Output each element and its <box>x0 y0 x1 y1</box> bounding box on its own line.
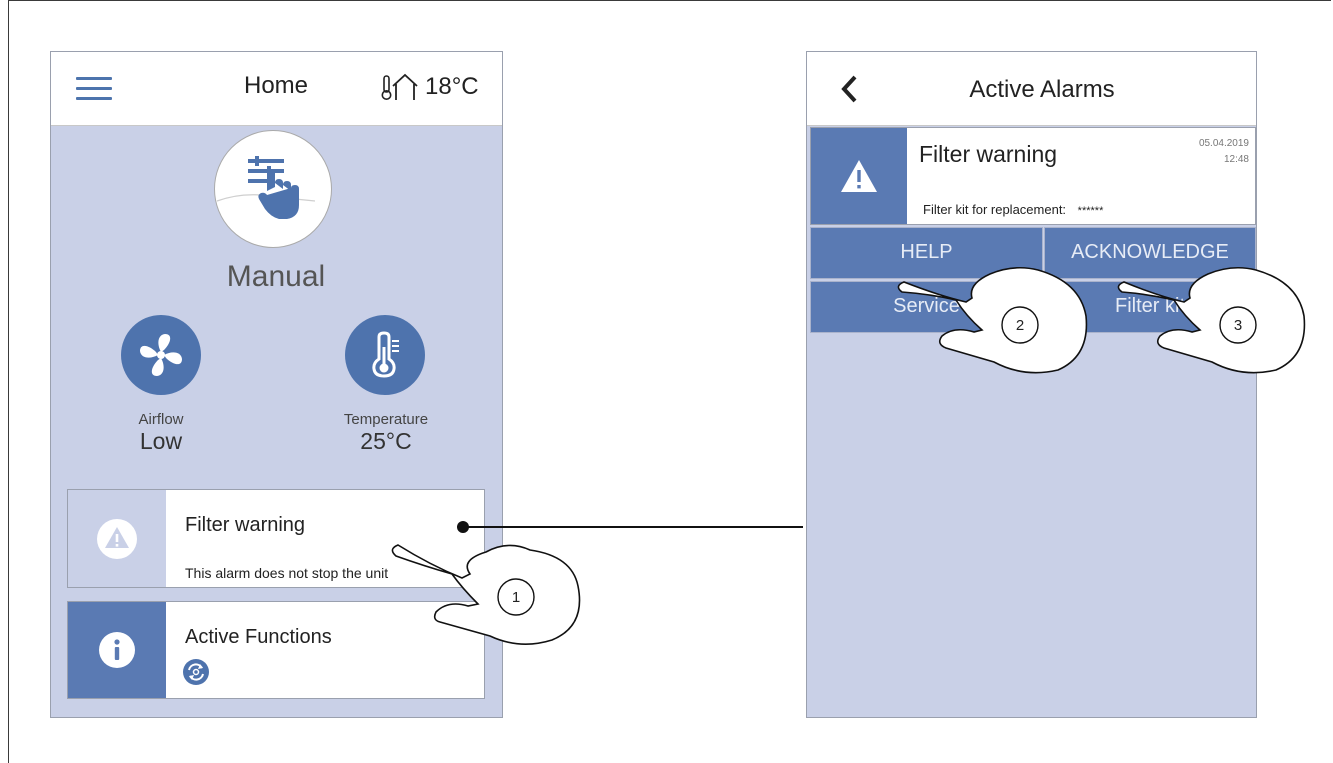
service-button[interactable]: Service <box>810 281 1043 333</box>
home-screen: Home 18°C Manual Airflow Low Temperature… <box>50 51 503 718</box>
page-title: Active Alarms <box>969 76 1115 103</box>
thermometer-icon <box>372 331 399 378</box>
connector-line <box>464 526 803 528</box>
back-arrow-icon[interactable] <box>837 72 861 106</box>
info-icon <box>99 632 135 668</box>
alarm-date: 05.04.2019 <box>1198 138 1249 149</box>
functions-card-icon-area <box>68 602 166 698</box>
home-topbar: Home 18°C <box>51 52 502 126</box>
functions-card-title: Active Functions <box>185 626 332 648</box>
alarm-title: Filter warning <box>919 141 1058 167</box>
alarms-topbar: Active Alarms <box>807 52 1256 126</box>
airflow-value: Low <box>139 428 183 454</box>
acknowledge-button[interactable]: ACKNOWLEDGE <box>1044 227 1256 279</box>
temperature-button[interactable] <box>345 315 425 395</box>
alarm-item[interactable]: Filter warning 05.04.2019 12:48 Filter k… <box>810 127 1256 225</box>
outdoor-temperature: 18°C <box>379 72 479 102</box>
manual-hand-icon <box>216 156 316 219</box>
help-button[interactable]: HELP <box>810 227 1043 279</box>
airflow-label: Airflow <box>138 411 184 428</box>
alarm-card-icon-area <box>68 490 166 587</box>
alarm-desc-label: Filter kit for replacement: <box>923 202 1067 217</box>
warning-icon <box>841 160 877 192</box>
mode-label: Manual <box>226 260 326 293</box>
alarm-card[interactable]: Filter warning This alarm does not stop … <box>67 489 485 588</box>
function-cycle-icon <box>183 659 209 685</box>
alarm-desc-value: ****** <box>1077 205 1104 217</box>
thermometer-house-icon <box>381 73 418 100</box>
temperature-label: Temperature <box>343 411 429 428</box>
fan-icon <box>140 334 182 376</box>
alarm-card-title: Filter warning <box>185 514 306 536</box>
airflow-button[interactable] <box>121 315 201 395</box>
alarm-timestamp: 05.04.2019 12:48 <box>1199 136 1249 168</box>
alarm-time: 12:48 <box>1223 154 1249 165</box>
menu-icon[interactable] <box>76 77 112 101</box>
temperature-value: 18°C <box>425 73 479 100</box>
alarm-card-subtitle: This alarm does not stop the unit <box>185 565 389 581</box>
temperature-value-setting: 25°C <box>360 428 412 454</box>
alarms-screen: Active Alarms Filter warning 05.04.2019 … <box>806 51 1257 718</box>
page-title: Home <box>243 72 309 99</box>
alarm-item-icon-area <box>811 128 907 224</box>
mode-button[interactable] <box>214 130 332 248</box>
alarm-description: Filter kit for replacement: ****** <box>923 202 1103 217</box>
warning-icon <box>97 518 137 559</box>
filter-kit-button[interactable]: Filter kit <box>1044 281 1256 333</box>
functions-card[interactable]: Active Functions <box>67 601 485 699</box>
connector-dot <box>457 521 469 533</box>
